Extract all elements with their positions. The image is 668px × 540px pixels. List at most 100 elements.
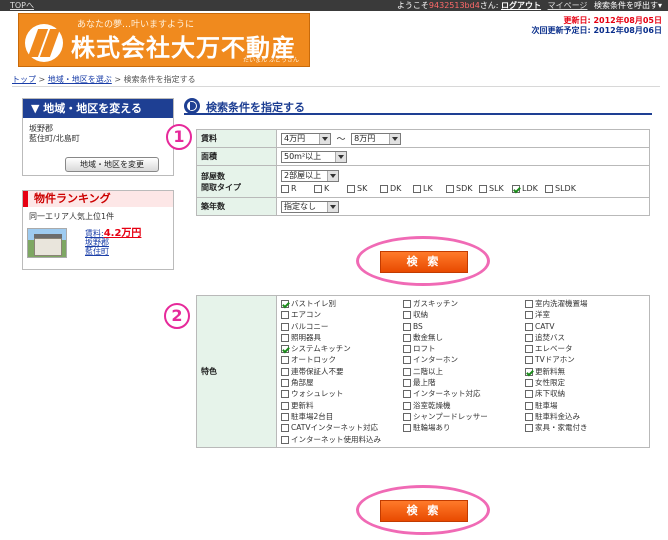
feature-option[interactable]: オートロック — [281, 354, 403, 365]
top-link[interactable]: TOPへ — [10, 0, 34, 11]
feature-option[interactable]: 浴室乾燥機 — [403, 400, 525, 411]
feature-option[interactable]: 敷金無し — [403, 332, 525, 343]
checkbox[interactable] — [281, 345, 289, 354]
rent-label[interactable]: 賃料: — [85, 229, 104, 238]
layout-option-sdk[interactable]: SDK — [446, 184, 479, 193]
feature-option[interactable]: 洋室 — [525, 309, 647, 320]
layout-option-r[interactable]: R — [281, 184, 314, 193]
feature-option[interactable]: 収納 — [403, 309, 525, 320]
mypage-link[interactable]: マイページ — [548, 1, 588, 10]
checkbox[interactable] — [525, 345, 533, 354]
breadcrumb-area[interactable]: 地域・地区を選ぶ — [48, 75, 112, 84]
building-age-select[interactable]: 指定なし — [281, 200, 339, 213]
ranking-town-link[interactable]: 藍住町 — [85, 247, 141, 256]
layout-option-slk[interactable]: SLK — [479, 184, 512, 193]
layout-option-ldk[interactable]: LDK — [512, 184, 545, 193]
checkbox[interactable] — [403, 322, 411, 331]
checkbox[interactable] — [403, 412, 411, 421]
feature-option[interactable]: 床下収納 — [525, 388, 647, 399]
feature-option[interactable]: 駐車料金込み — [525, 411, 647, 422]
search-button[interactable]: 検 索 — [380, 251, 468, 273]
feature-option[interactable]: CATVインターネット対応 — [281, 422, 403, 433]
feature-option[interactable]: 駐車場2台目 — [281, 411, 403, 422]
checkbox[interactable] — [512, 184, 520, 193]
layout-option-dk[interactable]: DK — [380, 184, 413, 193]
checkbox[interactable] — [403, 401, 411, 410]
checkbox[interactable] — [281, 424, 289, 433]
feature-option[interactable]: 家具・家電付き — [525, 422, 647, 433]
checkbox[interactable] — [525, 300, 533, 308]
logout-link[interactable]: ログアウト — [501, 1, 541, 10]
feature-option[interactable]: 連帯保証人不要 — [281, 366, 403, 377]
feature-option[interactable]: ガスキッチン — [403, 298, 525, 309]
feature-option[interactable]: 追焚バス — [525, 332, 647, 343]
checkbox[interactable] — [525, 379, 533, 388]
checkbox[interactable] — [281, 412, 289, 421]
checkbox[interactable] — [281, 390, 289, 399]
ranking-district-link[interactable]: 坂野郡 — [85, 238, 141, 247]
checkbox[interactable] — [479, 184, 487, 193]
checkbox[interactable] — [281, 356, 289, 365]
checkbox[interactable] — [525, 424, 533, 433]
checkbox[interactable] — [525, 367, 533, 376]
feature-option[interactable]: 駐車場 — [525, 400, 647, 411]
checkbox[interactable] — [380, 184, 388, 193]
feature-option[interactable]: エアコン — [281, 309, 403, 320]
feature-option[interactable]: シャンプードレッサー — [403, 411, 525, 422]
feature-option[interactable]: エレベータ — [525, 343, 647, 354]
area-size-select[interactable]: 50m²以上 — [281, 150, 347, 163]
checkbox[interactable] — [525, 322, 533, 331]
feature-option[interactable]: 室内洗濯機置場 — [525, 298, 647, 309]
checkbox[interactable] — [525, 333, 533, 342]
feature-option[interactable]: インターホン — [403, 354, 525, 365]
checkbox[interactable] — [281, 435, 289, 444]
checkbox[interactable] — [281, 401, 289, 410]
checkbox[interactable] — [403, 424, 411, 433]
rent-max-select[interactable]: 8万円 — [351, 132, 402, 145]
checkbox[interactable] — [403, 379, 411, 388]
feature-option[interactable]: BS — [403, 321, 525, 332]
checkbox[interactable] — [281, 379, 289, 388]
change-area-button[interactable]: 地域・地区を変更 — [65, 157, 159, 172]
feature-option[interactable]: バルコニー — [281, 321, 403, 332]
property-thumbnail[interactable] — [27, 228, 67, 258]
rent-min-select[interactable]: 4万円 — [281, 132, 331, 145]
feature-option[interactable]: 更新料無 — [525, 366, 647, 377]
checkbox[interactable] — [314, 184, 322, 193]
checkbox[interactable] — [281, 311, 289, 320]
checkbox[interactable] — [525, 401, 533, 410]
feature-option[interactable]: 角部屋 — [281, 377, 403, 388]
layout-option-sldk[interactable]: SLDK — [545, 184, 578, 193]
feature-option[interactable]: インターネット対応 — [403, 388, 525, 399]
checkbox[interactable] — [525, 356, 533, 365]
checkbox[interactable] — [413, 184, 421, 193]
feature-option[interactable]: ウォシュレット — [281, 388, 403, 399]
recall-search-link[interactable]: 検索条件を呼出す▾ — [594, 1, 662, 10]
checkbox[interactable] — [403, 311, 411, 320]
feature-option[interactable]: TVドアホン — [525, 354, 647, 365]
layout-option-sk[interactable]: SK — [347, 184, 380, 193]
rent-price[interactable]: 4.2万円 — [104, 228, 142, 239]
checkbox[interactable] — [525, 311, 533, 320]
checkbox[interactable] — [403, 345, 411, 354]
company-logo[interactable]: あなたの夢…叶いますように 株式会社大万不動産 だいまん ふどうさん — [18, 13, 310, 67]
feature-option[interactable]: CATV — [525, 321, 647, 332]
checkbox[interactable] — [403, 367, 411, 376]
checkbox[interactable] — [281, 184, 289, 193]
checkbox[interactable] — [281, 333, 289, 342]
checkbox[interactable] — [281, 322, 289, 331]
breadcrumb-top[interactable]: トップ — [12, 75, 36, 84]
checkbox[interactable] — [446, 184, 454, 193]
feature-option[interactable]: 駐輪場あり — [403, 422, 525, 433]
feature-option[interactable]: バストイレ別 — [281, 298, 403, 309]
checkbox[interactable] — [347, 184, 355, 193]
checkbox[interactable] — [403, 356, 411, 365]
feature-option[interactable]: 更新料 — [281, 400, 403, 411]
feature-option[interactable]: ロフト — [403, 343, 525, 354]
checkbox[interactable] — [525, 412, 533, 421]
feature-option[interactable]: 照明器具 — [281, 332, 403, 343]
layout-option-lk[interactable]: LK — [413, 184, 446, 193]
search-button[interactable]: 検 索 — [380, 500, 468, 522]
feature-option[interactable]: インターネット使用料込み — [281, 434, 403, 445]
checkbox[interactable] — [545, 184, 553, 193]
